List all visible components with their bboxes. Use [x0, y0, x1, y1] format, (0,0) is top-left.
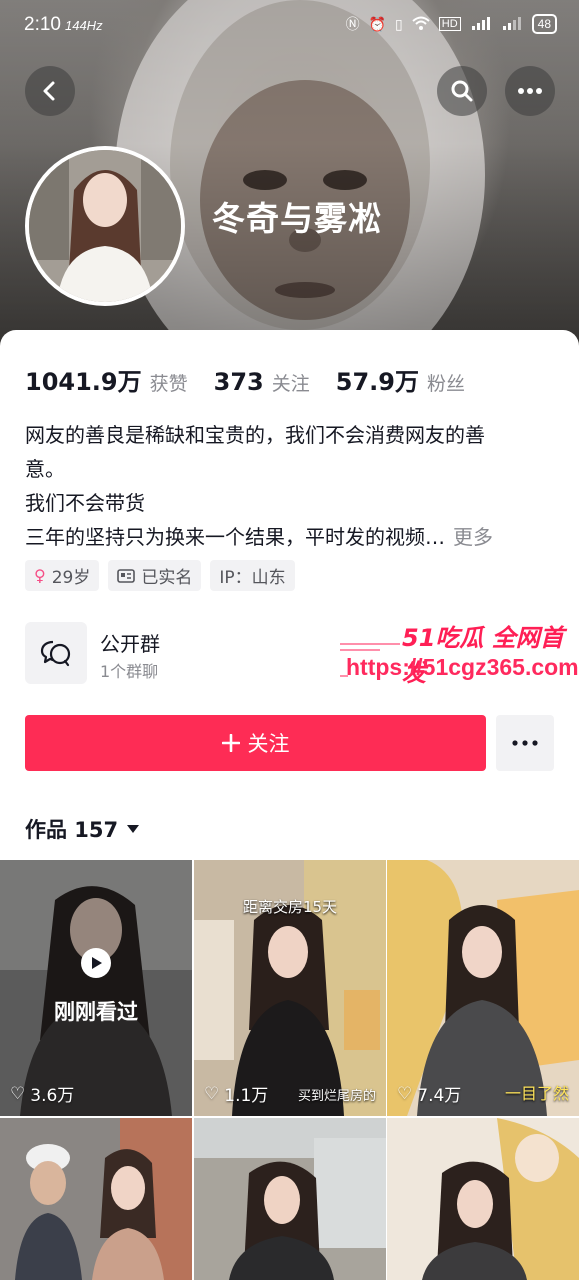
bio: 网友的善良是稀缺和宝贵的，我们不会消费网友的善 意。 我们不会带货 三年的坚持只…: [25, 418, 555, 554]
bio-more-link[interactable]: 更多: [453, 525, 493, 549]
tab-works[interactable]: 作品 157: [25, 814, 140, 844]
following-label[interactable]: 关注: [272, 369, 310, 396]
works-label: 作品 157: [25, 818, 119, 842]
hd-icon: HD: [438, 17, 461, 31]
status-time: 2:10 144Hz: [24, 14, 103, 36]
video-thumbnail: [194, 1118, 386, 1280]
watermark-url: https://51cgz365.com: [346, 654, 579, 680]
followers-label[interactable]: 粉丝: [427, 369, 465, 396]
tag-ip: IP：山东: [210, 560, 295, 591]
nfc-icon: Ⓝ: [345, 16, 360, 32]
id-card-icon: [117, 568, 136, 583]
ellipsis-icon: [512, 740, 538, 746]
status-icons: Ⓝ ⏰ ▯ HD 48: [346, 14, 557, 34]
bio-line: 我们不会带货: [25, 491, 145, 515]
heart-icon: ♡: [10, 1083, 26, 1104]
bio-line: 意。: [25, 457, 65, 481]
fan-group-entry[interactable]: 公开群 1个群聊: [25, 622, 345, 686]
vibrate-icon: ▯: [395, 15, 403, 32]
video-tile[interactable]: 一目了然 ♡ 7.4万: [387, 860, 579, 1116]
status-bar: 2:10 144Hz Ⓝ ⏰ ▯ HD 48: [0, 0, 579, 50]
nickname: 冬奇与雾凇: [212, 199, 382, 238]
video-grid: 刚刚看过 ♡ 3.6万 距离交房15天 买到烂尾房的 ♡ 1.1万 一目了然 ♡…: [0, 860, 579, 1280]
tag-ip-text: IP：山东: [219, 568, 286, 588]
watermark: 51吃瓜 全网首发 https://51cgz365.com: [340, 616, 579, 687]
plus-icon: [221, 734, 240, 752]
video-subtitle: 买到烂尾房的: [297, 1089, 376, 1104]
follow-button[interactable]: 关注: [25, 715, 486, 771]
bio-line: 网友的善良是稀缺和宝贵的，我们不会消费网友的善: [25, 423, 485, 447]
search-icon: [451, 80, 473, 102]
female-icon: ♀: [34, 566, 46, 585]
seen-overlay: [0, 860, 192, 1116]
heart-icon: ♡: [204, 1083, 220, 1104]
video-subtitle: 一目了然: [504, 1084, 569, 1103]
like-count: 1.1万: [224, 1086, 269, 1106]
tag-verified-text: 已实名: [141, 568, 193, 588]
likes-label: 获赞: [149, 373, 188, 395]
tag-age-text: 29岁: [51, 568, 91, 588]
video-likes: ♡ 1.1万: [204, 1081, 269, 1107]
group-icon-box: [25, 622, 87, 684]
signal-4g-icon: [470, 16, 492, 33]
video-tile[interactable]: 刚刚看过 ♡ 3.6万: [0, 860, 192, 1116]
tag-verified: 已实名: [108, 560, 202, 591]
bio-line: 三年的坚持只为换来一个结果，平时发的视频… 更多: [25, 520, 555, 554]
stats-row: 1041.9万 获赞 373 关注 57.9万 粉丝: [25, 362, 491, 397]
signal-4g-icon: [501, 16, 523, 33]
alarm-icon: ⏰: [368, 15, 387, 32]
refresh-rate: 144Hz: [64, 18, 103, 33]
video-thumbnail: [387, 860, 579, 1116]
back-button[interactable]: [25, 66, 75, 116]
follow-label: 关注: [247, 732, 290, 756]
video-likes: ♡ 7.4万: [397, 1081, 462, 1107]
video-caption: 距离交房15天: [242, 898, 338, 916]
video-tile[interactable]: [194, 1118, 386, 1280]
search-button[interactable]: [437, 66, 487, 116]
tag-age: ♀ 29岁: [25, 560, 100, 591]
video-likes: ♡ 3.6万: [10, 1081, 75, 1107]
followers-count[interactable]: 57.9万: [336, 362, 419, 397]
ellipsis-icon: [518, 88, 542, 94]
chevron-left-icon: [43, 81, 55, 101]
video-tile[interactable]: 距离交房15天 买到烂尾房的 ♡ 1.1万: [194, 860, 386, 1116]
video-tile[interactable]: [387, 1118, 579, 1280]
clock-text: 2:10: [24, 14, 61, 35]
heart-icon: ♡: [397, 1083, 413, 1104]
recently-viewed-label: 刚刚看过: [54, 1000, 138, 1024]
video-tile[interactable]: [0, 1118, 192, 1280]
video-thumbnail: [387, 1118, 579, 1280]
wifi-icon: [412, 16, 430, 33]
like-count: 7.4万: [417, 1086, 462, 1106]
group-title: 公开群: [100, 632, 160, 656]
avatar-photo: [29, 150, 181, 302]
bio-line-text: 三年的坚持只为换来一个结果，平时发的视频…: [25, 525, 445, 549]
like-count: 3.6万: [30, 1086, 75, 1106]
caret-down-icon: [127, 825, 140, 833]
more-options-button[interactable]: [505, 66, 555, 116]
following-count[interactable]: 373: [214, 368, 264, 396]
video-thumbnail: [0, 1118, 192, 1280]
chat-bubbles-icon: [40, 640, 71, 667]
profile-tags: ♀ 29岁 已实名 IP：山东: [25, 560, 295, 591]
play-icon: [81, 948, 111, 978]
likes-count: 1041.9万: [25, 368, 142, 396]
group-subtitle: 1个群聊: [100, 662, 159, 681]
battery-indicator: 48: [531, 14, 557, 34]
follow-more-button[interactable]: [496, 715, 554, 771]
avatar[interactable]: [25, 146, 185, 306]
